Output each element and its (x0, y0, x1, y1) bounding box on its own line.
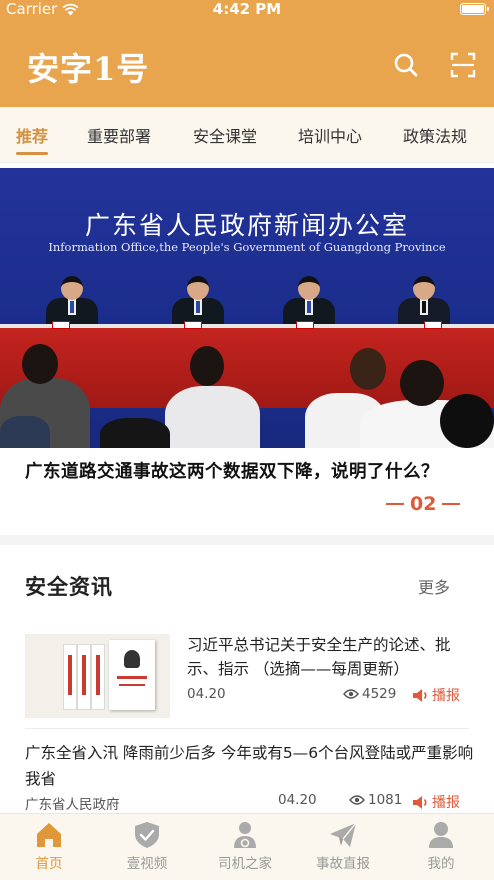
tab-training-center[interactable]: 培训中心 (298, 123, 362, 147)
app-title: 安字1号 (27, 50, 150, 88)
page-indicator-dash (386, 503, 404, 505)
page-indicator-number: 02 (410, 493, 437, 515)
tab-recommend[interactable]: 推荐 (16, 123, 48, 147)
news-title[interactable]: 广东全省入汛 降雨前少后多 今年或有5—6个台风登陆或严重影响我省 (25, 740, 475, 792)
news-views: 1081 (349, 792, 402, 808)
views-count: 4529 (362, 686, 397, 702)
paper-plane-icon (330, 822, 357, 847)
book-cover-image (109, 640, 155, 710)
status-time: 4:42 PM (212, 0, 282, 18)
book-spine-image (63, 644, 77, 710)
tabbar-label: 壹视频 (126, 856, 168, 872)
name-card (296, 321, 314, 329)
tabbar-item-video[interactable]: 壹视频 (98, 814, 196, 880)
book-spine-image (77, 644, 91, 710)
category-tabs: 推荐 重要部署 安全课堂 培训中心 政策法规 (0, 107, 494, 163)
search-icon[interactable] (393, 52, 419, 78)
battery-icon (460, 3, 489, 15)
play-button[interactable]: 播报 (412, 792, 460, 812)
home-icon (37, 823, 61, 847)
news-date: 04.20 (187, 686, 226, 702)
section-separator (0, 535, 494, 545)
banner-headline[interactable]: 广东道路交通事故这两个数据双下降，说明了什么？ (25, 458, 439, 483)
banner-backdrop-title: 广东省人民政府新闻办公室 (84, 211, 409, 240)
speaker-icon (413, 688, 427, 702)
news-views: 4529 (343, 686, 396, 702)
audience-foreground (0, 338, 494, 448)
banner-backdrop-subtitle: Information Office,the People's Governme… (48, 240, 446, 254)
eye-icon (343, 689, 359, 699)
news-source: 广东省人民政府 (25, 797, 120, 813)
tabbar-item-driver-home[interactable]: 司机之家 (196, 814, 294, 880)
views-count: 1081 (368, 792, 403, 808)
tabbar-item-home[interactable]: 首页 (0, 814, 98, 880)
active-tab-indicator (16, 152, 48, 155)
news-title[interactable]: 习近平总书记关于安全生产的论述、批示、指示 （选摘——每周更新） (187, 633, 467, 681)
play-label: 播报 (432, 688, 460, 704)
list-divider (25, 728, 469, 729)
app-header: Carrier 4:42 PM 安字1号 (0, 0, 494, 107)
name-card (184, 321, 202, 329)
tabbar-label: 事故直报 (316, 856, 370, 872)
tabbar-item-profile[interactable]: 我的 (392, 814, 490, 880)
name-card (52, 321, 70, 329)
carousel-page-indicator: 02 (386, 492, 462, 516)
play-button[interactable]: 播报 (412, 685, 460, 705)
speaker-icon (413, 795, 427, 809)
tab-policy-regulations[interactable]: 政策法规 (403, 123, 467, 147)
book-spine-image (91, 644, 105, 710)
tab-safety-class[interactable]: 安全课堂 (193, 123, 257, 147)
shield-check-icon (135, 822, 159, 848)
section-title: 安全资讯 (25, 575, 113, 599)
bottom-tab-bar: 首页 壹视频 司机之家 事故直报 我的 (0, 813, 494, 880)
page-indicator-dash (442, 503, 461, 505)
status-bar: Carrier 4:42 PM (0, 0, 494, 20)
driver-icon (234, 822, 256, 848)
news-date: 04.20 (278, 792, 317, 808)
person-icon (429, 822, 453, 848)
tabbar-label: 首页 (35, 856, 63, 872)
name-card (424, 321, 442, 329)
eye-icon (349, 795, 365, 805)
tabbar-item-accident-report[interactable]: 事故直报 (294, 814, 392, 880)
banner-carousel[interactable]: 广东省人民政府新闻办公室 Information Office,the Peop… (0, 168, 494, 448)
tabbar-label: 司机之家 (218, 856, 272, 872)
tab-key-deployment[interactable]: 重要部署 (87, 123, 151, 147)
scan-icon[interactable] (450, 52, 476, 78)
tabbar-label: 我的 (427, 856, 455, 872)
play-label: 播报 (432, 795, 460, 811)
news-thumbnail[interactable] (25, 634, 170, 718)
more-link[interactable]: 更多 (418, 574, 450, 598)
